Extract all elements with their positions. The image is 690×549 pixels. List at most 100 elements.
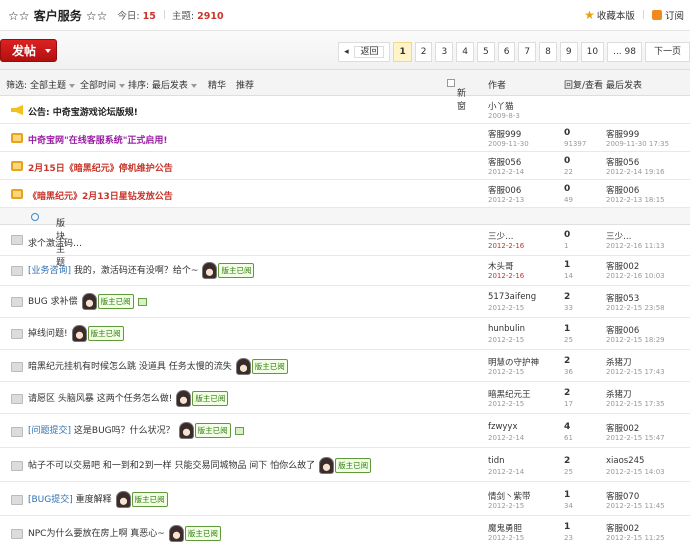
table-row[interactable]: 请愿区 头脑风暴 这两个任务怎么做! 版主已阅 暗黑纪元王 2012-2-15 2… <box>0 382 690 414</box>
thread-author[interactable]: 客服999 <box>488 128 521 140</box>
table-row[interactable]: 帖子不可以交易吧 和一到和2到一样 只能交易同城物品 间下 怕你么故了 版主已阅 … <box>0 448 690 482</box>
last-post-user[interactable]: xiaos245 <box>606 456 644 466</box>
table-row[interactable]: NPC为什么要放在房上啊 真恶心~ 版主已阅 魔鬼勇胆 2012-2-15 1 2… <box>0 516 690 549</box>
last-post-user[interactable]: 客服999 <box>606 128 639 140</box>
table-row[interactable]: 2月15日《暗黑纪元》停机维护公告 客服056 2012-2-14 0 22 客… <box>0 152 690 180</box>
prev-page-button[interactable]: ◂ 返回 <box>338 42 391 62</box>
last-post-date: 2012-2-15 11:45 <box>606 502 665 510</box>
page-4[interactable]: 4 <box>456 42 474 62</box>
reply-count: 2 <box>564 388 571 398</box>
thread-author[interactable]: tidn <box>488 456 504 466</box>
thread-author[interactable]: 暗黑纪元王 <box>488 388 531 400</box>
page-last[interactable]: ... 98 <box>607 42 642 62</box>
thread-title[interactable]: 这是BUG吗？什么状况？ <box>74 426 175 436</box>
thread-date: 2012-2-14 <box>488 434 525 442</box>
last-post-user[interactable]: 客服056 <box>606 156 639 168</box>
subscribe-link[interactable]: 订阅 <box>651 8 684 22</box>
thread-author[interactable]: 魔鬼勇胆 <box>488 522 522 534</box>
page-8[interactable]: 8 <box>539 42 557 62</box>
all-topics-dropdown[interactable]: 全部主题 <box>30 78 75 91</box>
sort-dropdown[interactable]: 排序: 最后发表 <box>128 78 197 91</box>
page-2[interactable]: 2 <box>414 42 433 62</box>
thread-author[interactable]: 客服006 <box>488 184 521 196</box>
digest-filter[interactable]: 精华 <box>208 78 226 91</box>
thread-title[interactable]: 《暗黑纪元》2月13日星钻发放公告 <box>28 189 173 202</box>
table-row[interactable]: 求个激活码… 三少… 2012-2-16 0 1 三少… 2012-2-16 1… <box>0 226 690 256</box>
page-9[interactable]: 9 <box>559 42 578 62</box>
page-5[interactable]: 5 <box>476 42 495 62</box>
thread-author[interactable]: 客服056 <box>488 156 521 168</box>
table-row[interactable]: 公告: 中奇宝游戏论坛版规! 小丫猫 2009-8-3 <box>0 97 690 124</box>
category-tag[interactable]: [BUG提交] <box>28 495 73 505</box>
thread-title[interactable]: 帖子不可以交易吧 和一到和2到一样 只能交易同城物品 间下 怕你么故了 <box>28 461 315 471</box>
thread-author[interactable]: hunbulin <box>488 324 525 334</box>
last-post-user[interactable]: 杀猪刀 <box>606 388 632 400</box>
thread-title[interactable]: NPC为什么要放在房上啊 真恶心~ <box>28 529 165 539</box>
table-row[interactable]: [问题提交] 这是BUG吗？什么状况？ 版主已阅 fzwyyx 2012-2-14… <box>0 414 690 448</box>
thread-title-wrap[interactable]: 暗黑纪元挂机有时候怎么跳 没道具 任务太慢的流失 版主已阅 <box>28 358 288 375</box>
thread-title-wrap[interactable]: [业务咨询] 我的，激活码还有没啊？给个~ 版主已阅 <box>28 262 255 279</box>
new-window-checkbox[interactable]: 新窗 <box>447 78 466 112</box>
page-1[interactable]: 1 <box>393 42 412 62</box>
thread-author[interactable]: 5173aifeng <box>488 292 536 302</box>
page-10[interactable]: 10 <box>580 42 605 62</box>
thread-title[interactable]: 掉线问题! <box>28 329 68 339</box>
last-post-user[interactable]: 杀猪刀 <box>606 356 632 368</box>
thread-title-wrap[interactable]: NPC为什么要放在房上啊 真恶心~ 版主已阅 <box>28 525 221 542</box>
category-tag[interactable]: [问题提交] <box>28 426 71 436</box>
thread-title[interactable]: 暗黑纪元挂机有时候怎么跳 没道具 任务太慢的流失 <box>28 362 232 372</box>
thread-title-wrap[interactable]: [BUG提交] 重度解释 版主已阅 <box>28 491 168 508</box>
thread-title-wrap[interactable]: BUG 求补偿 版主已阅 <box>28 293 147 310</box>
thread-author[interactable]: fzwyyx <box>488 422 518 432</box>
thread-author[interactable]: 明慧の守护神 <box>488 356 539 368</box>
category-tag[interactable]: [业务咨询] <box>28 266 71 276</box>
last-post-date: 2012-2-15 18:29 <box>606 336 665 344</box>
table-row[interactable]: 掉线问题! 版主已阅 hunbulin 2012-2-15 1 25 客服006 … <box>0 318 690 350</box>
reply-count: 2 <box>564 292 571 302</box>
last-post-date: 2012-2-13 18:15 <box>606 196 665 204</box>
table-row[interactable]: [业务咨询] 我的，激活码还有没啊？给个~ 版主已阅 木头哥 2012-2-16 … <box>0 256 690 286</box>
thread-date: 2012-2-16 <box>488 242 525 250</box>
thread-title[interactable]: 求个激活码… <box>28 236 82 249</box>
table-row[interactable]: [BUG提交] 重度解释 版主已阅 情剑丶紫带 2012-2-15 1 34 客服… <box>0 482 690 516</box>
page-3[interactable]: 3 <box>435 42 454 62</box>
recommend-filter[interactable]: 推荐 <box>236 78 254 91</box>
last-post-user[interactable]: 客服002 <box>606 260 639 272</box>
last-post-user[interactable]: 客服006 <box>606 184 639 196</box>
last-post-user[interactable]: 客服002 <box>606 422 639 434</box>
thread-title[interactable]: 中奇宝网"在线客服系统"正式启用! <box>28 133 167 146</box>
thread-title-wrap[interactable]: 掉线问题! 版主已阅 <box>28 325 124 342</box>
last-post-user[interactable]: 客服053 <box>606 292 639 304</box>
thread-title-wrap[interactable]: 请愿区 头脑风暴 这两个任务怎么做! 版主已阅 <box>28 390 229 407</box>
page-6[interactable]: 6 <box>497 42 516 62</box>
thread-author[interactable]: 情剑丶紫带 <box>488 490 531 502</box>
thread-author[interactable]: 小丫猫 <box>488 100 514 112</box>
thread-date: 2012-2-14 <box>488 168 525 176</box>
table-row[interactable]: 中奇宝网"在线客服系统"正式启用! 客服999 2009-11-30 0 913… <box>0 124 690 152</box>
thread-title[interactable]: BUG 求补偿 <box>28 297 78 307</box>
thread-title-wrap[interactable]: [问题提交] 这是BUG吗？什么状况？ 版主已阅 <box>28 422 244 439</box>
thread-title[interactable]: 我的，激活码还有没啊？给个~ <box>74 266 199 276</box>
table-row[interactable]: 暗黑纪元挂机有时候怎么跳 没道具 任务太慢的流失 版主已阅 明慧の守护神 2012… <box>0 350 690 382</box>
thread-title-wrap[interactable]: 帖子不可以交易吧 和一到和2到一样 只能交易同城物品 间下 怕你么故了 版主已阅 <box>28 457 372 474</box>
last-post-user[interactable]: 客服002 <box>606 522 639 534</box>
thread-title[interactable]: 重度解释 <box>76 495 112 505</box>
thread-author[interactable]: 三少… <box>488 230 514 242</box>
view-count: 25 <box>564 336 573 344</box>
table-row[interactable]: 《暗黑纪元》2月13日星钻发放公告 客服006 2012-2-13 0 49 客… <box>0 180 690 208</box>
thread-title[interactable]: 2月15日《暗黑纪元》停机维护公告 <box>28 161 173 174</box>
help-icon[interactable] <box>31 212 39 221</box>
all-time-dropdown[interactable]: 全部时间 <box>80 78 125 91</box>
last-post-user[interactable]: 三少… <box>606 230 632 242</box>
thread-title[interactable]: 公告: 中奇宝游戏论坛版规! <box>28 105 138 118</box>
table-row[interactable]: BUG 求补偿 版主已阅 5173aifeng 2012-2-15 2 33 客服… <box>0 286 690 318</box>
last-post-user[interactable]: 客服006 <box>606 324 639 336</box>
page-7[interactable]: 7 <box>518 42 537 62</box>
last-post-user[interactable]: 客服070 <box>606 490 639 502</box>
next-page-button[interactable]: 下一页 <box>644 42 690 62</box>
post-button[interactable]: 发帖 <box>0 39 57 62</box>
thread-title[interactable]: 请愿区 头脑风暴 这两个任务怎么做! <box>28 394 172 404</box>
thread-author[interactable]: 木头哥 <box>488 260 514 272</box>
favorite-link[interactable]: ★ 收藏本版 <box>584 8 635 22</box>
view-count: 22 <box>564 168 573 176</box>
